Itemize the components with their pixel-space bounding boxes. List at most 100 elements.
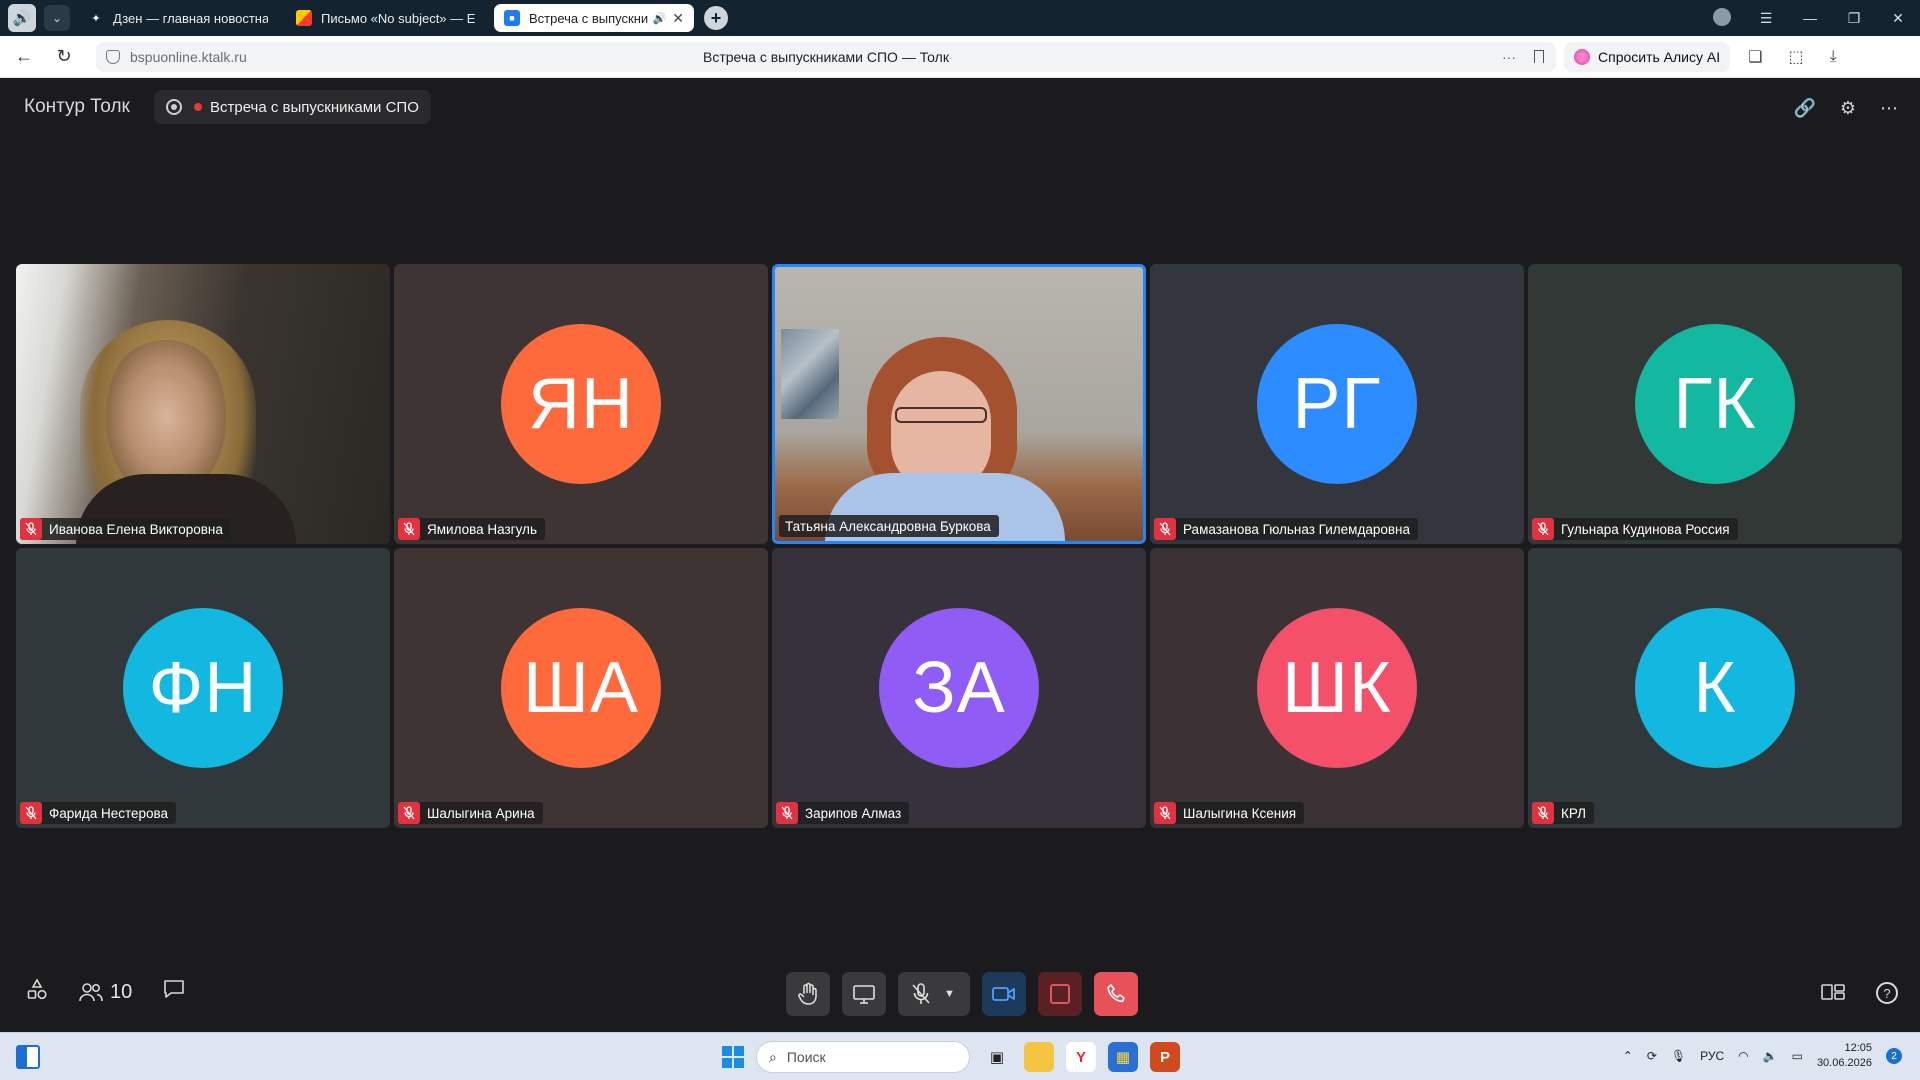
- participant-tile-speaking[interactable]: Татьяна Александровна Буркова: [772, 264, 1146, 544]
- tab-mail[interactable]: Письмо «No subject» — Е: [286, 4, 486, 32]
- participant-tile[interactable]: ШК Шалыгина Ксения: [1150, 548, 1524, 828]
- clock-date: 30.06.2026: [1816, 1057, 1872, 1069]
- participant-name-tag: Зарипов Алмаз: [776, 802, 910, 824]
- tab-sound-icon[interactable]: 🔊: [653, 12, 667, 25]
- microphone-button[interactable]: ▼: [898, 972, 970, 1016]
- url-field[interactable]: bspuonline.ktalk.ru Встреча с выпускника…: [96, 41, 1556, 72]
- yandex-browser-icon[interactable]: Y: [1066, 1042, 1096, 1072]
- apps-icon[interactable]: [26, 978, 48, 1006]
- alice-icon: [1574, 48, 1590, 65]
- participant-avatar: ШК: [1257, 608, 1417, 768]
- mic-muted-icon: [398, 518, 420, 540]
- start-icon[interactable]: [722, 1046, 744, 1068]
- extensions-icon[interactable]: ⬚: [1788, 47, 1803, 67]
- participant-name-tag: Фарида Нестерова: [20, 802, 177, 824]
- new-tab-button[interactable]: +: [704, 6, 728, 30]
- participant-avatar: РГ: [1257, 324, 1417, 484]
- participant-video: [16, 264, 390, 544]
- record-button[interactable]: [1038, 972, 1082, 1016]
- participant-name-tag: Гульнара Кудинова Россия: [1532, 518, 1738, 540]
- page-title: Встреча с выпускниками СПО — Толк: [703, 48, 949, 65]
- participant-name-tag: Рамазанова Гюльназ Гилемдаровна: [1154, 518, 1418, 540]
- raise-hand-button[interactable]: [786, 972, 830, 1016]
- widgets-icon[interactable]: [16, 1045, 40, 1069]
- powerpoint-icon[interactable]: P: [1150, 1042, 1180, 1072]
- chevron-up-icon[interactable]: ⌃: [1623, 1049, 1633, 1063]
- participant-name: Шалыгина Арина: [427, 805, 535, 821]
- monitor-icon: [853, 985, 875, 1004]
- meeting-info[interactable]: Встреча с выпускниками СПО: [154, 90, 431, 124]
- reload-icon[interactable]: ↻: [44, 46, 84, 67]
- mic-muted-icon: [20, 518, 42, 540]
- end-call-button[interactable]: [1094, 972, 1138, 1016]
- gear-icon[interactable]: ⚙: [1840, 98, 1856, 119]
- sound-icon[interactable]: 🔊: [8, 4, 36, 32]
- participant-name: Фарида Нестерова: [49, 805, 169, 821]
- wifi-icon[interactable]: ◠: [1738, 1049, 1748, 1063]
- collections-icon[interactable]: ❏: [1748, 47, 1762, 67]
- meeting-title: Встреча с выпускниками СПО: [210, 98, 419, 116]
- window-controls: ☰ — ❐ ✕: [1700, 0, 1920, 36]
- participant-name: Иванова Елена Викторовна: [49, 521, 223, 537]
- participant-tile[interactable]: ГК Гульнара Кудинова Россия: [1528, 264, 1902, 544]
- screen-share-button[interactable]: [842, 972, 886, 1016]
- sync-icon[interactable]: ⟳: [1647, 1049, 1657, 1063]
- layout-icon[interactable]: [1820, 982, 1846, 1007]
- participant-name-tag: Шалыгина Ксения: [1154, 802, 1305, 824]
- participant-name: Татьяна Александровна Буркова: [785, 518, 991, 534]
- downloads-icon[interactable]: ⤓: [1830, 48, 1837, 66]
- chevron-down-icon[interactable]: ▼: [944, 988, 955, 1000]
- language-indicator[interactable]: РУС: [1700, 1049, 1724, 1063]
- tab-dzen[interactable]: ✦ Дзен — главная новостна: [78, 4, 278, 32]
- participant-tile[interactable]: ФН Фарида Нестерова: [16, 548, 390, 828]
- mic-muted-icon: [20, 802, 42, 824]
- participants-button[interactable]: 10: [78, 981, 132, 1004]
- chat-icon[interactable]: [162, 978, 186, 1006]
- help-icon[interactable]: ?: [1876, 982, 1898, 1004]
- close-window-icon[interactable]: ✕: [1876, 10, 1920, 27]
- browser-tab-strip: 🔊 ⌄ ✦ Дзен — главная новостна Письмо «No…: [0, 0, 1920, 36]
- taskbar-search[interactable]: ⌕ Поиск: [756, 1041, 970, 1073]
- mail-icon: [296, 10, 312, 26]
- notifications-badge[interactable]: 2: [1886, 1048, 1902, 1064]
- more-options-icon[interactable]: ⋯: [1880, 98, 1898, 119]
- task-view-icon[interactable]: ▣: [982, 1042, 1012, 1072]
- profile-icon[interactable]: [1700, 7, 1744, 29]
- restore-icon[interactable]: ❐: [1832, 10, 1876, 27]
- tabs-dropdown-icon[interactable]: ⌄: [44, 5, 70, 31]
- clock[interactable]: 12:05 30.06.2026: [1817, 1041, 1872, 1071]
- toolbar-left: 10: [26, 978, 186, 1006]
- participant-name-tag: Шалыгина Арина: [398, 802, 543, 824]
- participant-tile[interactable]: ЗА Зарипов Алмаз: [772, 548, 1146, 828]
- participant-tile[interactable]: Иванова Елена Викторовна: [16, 264, 390, 544]
- participant-tile[interactable]: РГ Рамазанова Гюльназ Гилемдаровна: [1150, 264, 1524, 544]
- participant-tile[interactable]: К КРЛ: [1528, 548, 1902, 828]
- minimize-icon[interactable]: —: [1788, 10, 1832, 26]
- mic-off-icon: [912, 983, 930, 1004]
- participant-tile[interactable]: ЯН Ямилова Назгуль: [394, 264, 768, 544]
- back-icon[interactable]: ←: [4, 46, 44, 67]
- camera-button[interactable]: [982, 972, 1026, 1016]
- link-icon[interactable]: 🔗: [1793, 98, 1815, 119]
- bookmark-icon[interactable]: [1534, 50, 1544, 63]
- more-icon[interactable]: ···: [1502, 49, 1516, 65]
- participant-name-tag: Татьяна Александровна Буркова: [779, 515, 999, 537]
- volume-icon[interactable]: 🔉: [1763, 1049, 1778, 1063]
- menu-icon[interactable]: ☰: [1744, 10, 1788, 27]
- participant-avatar: ЯН: [501, 324, 661, 484]
- microphone-tray-icon[interactable]: 🎙: [1671, 1049, 1686, 1063]
- participant-tile[interactable]: ША Шалыгина Арина: [394, 548, 768, 828]
- file-explorer-icon[interactable]: [1024, 1042, 1054, 1072]
- people-icon: [79, 983, 103, 1002]
- mic-muted-icon: [776, 802, 798, 824]
- participants-grid: Иванова Елена Викторовна ЯН Ямилова Назг…: [16, 264, 1902, 828]
- store-icon[interactable]: ▦: [1108, 1042, 1138, 1072]
- close-icon[interactable]: ✕: [672, 10, 684, 27]
- tab-meeting[interactable]: ■ Встреча с выпускни 🔊 ✕: [494, 4, 694, 32]
- participant-name-tag: Иванова Елена Викторовна: [20, 518, 231, 540]
- phone-icon: [1107, 984, 1125, 1003]
- brand-logo: Контур Толк: [24, 96, 130, 117]
- ask-alice-button[interactable]: Спросить Алису AI: [1564, 41, 1731, 72]
- participant-name: Рамазанова Гюльназ Гилемдаровна: [1183, 521, 1410, 537]
- battery-icon[interactable]: ▭: [1792, 1049, 1803, 1063]
